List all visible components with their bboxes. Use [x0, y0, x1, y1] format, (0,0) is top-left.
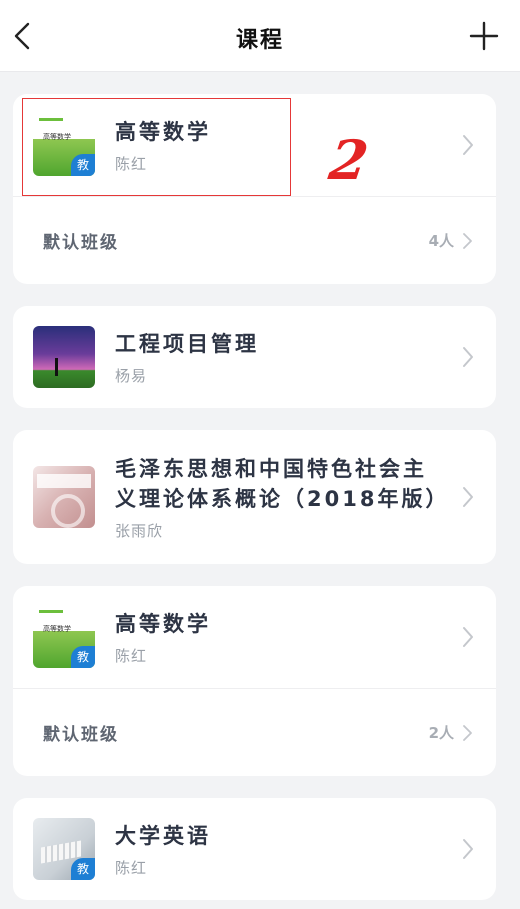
course-cover-image	[33, 326, 95, 388]
course-card: 毛泽东思想和中国特色社会主义理论体系概论（2018年版） 张雨欣	[13, 430, 496, 564]
plus-icon[interactable]	[468, 20, 500, 52]
chevron-right-icon	[463, 839, 473, 859]
class-row[interactable]: 默认班级 4人	[13, 196, 496, 284]
course-title: 高等数学	[115, 611, 211, 636]
course-row[interactable]: 毛泽东思想和中国特色社会主义理论体系概论（2018年版） 张雨欣	[13, 430, 496, 564]
course-teacher: 杨易	[115, 366, 148, 385]
course-title: 毛泽东思想和中国特色社会主义理论体系概论（2018年版）	[115, 456, 450, 511]
course-cover-image: 高等数学 教	[33, 606, 95, 668]
chevron-right-icon	[463, 724, 472, 741]
course-row[interactable]: 高等数学 教 高等数学 陈红	[13, 94, 496, 196]
teacher-badge: 教	[71, 154, 95, 176]
course-row[interactable]: 工程项目管理 杨易	[13, 306, 496, 408]
course-title: 大学英语	[115, 823, 211, 848]
course-teacher: 陈红	[115, 154, 148, 173]
class-member-count: 4人	[428, 232, 454, 250]
class-name: 默认班级	[43, 233, 119, 253]
class-row[interactable]: 默认班级 2人	[13, 688, 496, 776]
course-card: 高等数学 教 高等数学 陈红 默认班级 2人	[13, 586, 496, 776]
chevron-right-icon	[463, 627, 473, 647]
course-card: 教 大学英语 陈红	[13, 798, 496, 900]
course-title: 高等数学	[115, 119, 211, 144]
class-name: 默认班级	[43, 725, 119, 745]
chevron-right-icon	[463, 232, 472, 249]
class-member-count: 2人	[428, 724, 454, 742]
course-card: 工程项目管理 杨易	[13, 306, 496, 408]
chevron-right-icon	[463, 487, 473, 507]
course-title: 工程项目管理	[115, 331, 259, 356]
course-card: 高等数学 教 高等数学 陈红 默认班级 4人	[13, 94, 496, 284]
course-teacher: 张雨欣	[115, 521, 164, 540]
course-row[interactable]: 高等数学 教 高等数学 陈红	[13, 586, 496, 688]
course-list: 高等数学 教 高等数学 陈红 默认班级 4人 工程项目管理 杨易 毛泽东思想和中…	[13, 94, 496, 909]
teacher-badge: 教	[71, 858, 95, 880]
course-row[interactable]: 教 大学英语 陈红	[13, 798, 496, 900]
page-title: 课程	[235, 28, 284, 53]
course-cover-image: 高等数学 教	[33, 114, 95, 176]
chevron-right-icon	[463, 347, 473, 367]
course-teacher: 陈红	[115, 858, 148, 877]
course-cover-image	[33, 466, 95, 528]
teacher-badge: 教	[71, 646, 95, 668]
top-nav-bar: 课程	[0, 0, 520, 72]
chevron-right-icon	[463, 135, 473, 155]
course-teacher: 陈红	[115, 646, 148, 665]
course-cover-image: 教	[33, 818, 95, 880]
